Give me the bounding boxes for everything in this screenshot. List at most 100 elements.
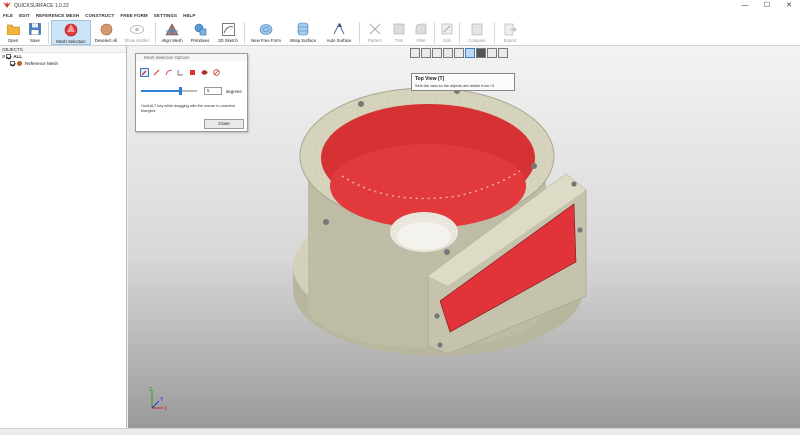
- view-toolbar: [410, 48, 509, 59]
- dialog-note: Hold ALT key while dragging with the mou…: [141, 104, 235, 113]
- trim-icon: [392, 22, 406, 36]
- axis-z-label: Z: [149, 387, 152, 393]
- open-button[interactable]: Open: [2, 20, 24, 45]
- tree-item-reference-mesh[interactable]: Reference Mesh: [0, 60, 126, 67]
- compare-icon: [470, 22, 484, 36]
- auto-surface-button[interactable]: Auto Surface: [321, 20, 357, 45]
- angle-select-tool[interactable]: [176, 68, 185, 77]
- tree-item-label: Reference Mesh: [25, 61, 59, 66]
- bolt-hole: [444, 249, 450, 255]
- view-fit-button[interactable]: [487, 48, 497, 58]
- view-iso-button[interactable]: [410, 48, 420, 58]
- edit-icon: [440, 22, 454, 36]
- tree-root-checkbox[interactable]: [6, 54, 12, 59]
- align-mesh-button[interactable]: Align Mesh: [158, 20, 186, 45]
- view-front-button[interactable]: [421, 48, 431, 58]
- wrap-surface-icon: [296, 22, 310, 36]
- bolt-hole: [323, 219, 329, 225]
- dialog-title: Mesh Selection Options: [136, 54, 247, 61]
- axis-y-label: Y: [160, 397, 164, 403]
- lasso-select-tool[interactable]: [164, 68, 173, 77]
- maximize-button[interactable]: ☐: [756, 0, 778, 11]
- menu-help[interactable]: HELP: [183, 13, 195, 18]
- pen-select-tool[interactable]: [152, 68, 161, 77]
- auto-surface-icon: [332, 22, 346, 36]
- menu-free-form[interactable]: FREE FORM: [120, 13, 147, 18]
- angle-icon: [177, 70, 183, 76]
- ribbon-separator: [494, 22, 495, 44]
- primitives-icon: [193, 22, 207, 36]
- menu-construct[interactable]: CONSTRUCT: [85, 13, 114, 18]
- trim-button[interactable]: Trim: [388, 20, 410, 45]
- view-options-button[interactable]: [498, 48, 508, 58]
- objects-panel: OBJECTS ⊟ ALL Reference Mesh: [0, 46, 127, 428]
- mesh-icon: [17, 61, 22, 66]
- align-mesh-icon: [165, 22, 179, 36]
- view-left-button[interactable]: [443, 48, 453, 58]
- mesh-selection-button[interactable]: Mesh Selection: [51, 20, 91, 45]
- view-right-button[interactable]: [454, 48, 464, 58]
- pen-icon: [153, 69, 160, 76]
- pattern-button[interactable]: Pattern: [362, 20, 388, 45]
- sketch-2d-button[interactable]: 2D Sketch: [214, 20, 242, 45]
- new-free-form-button[interactable]: New Free Form: [247, 20, 285, 45]
- mesh-selection-icon: [64, 23, 78, 37]
- objects-header: OBJECTS: [0, 46, 126, 53]
- show-hidden-button[interactable]: Show Hidden: [121, 20, 153, 45]
- grow-select-tool[interactable]: [200, 68, 209, 77]
- ribbon-toolbar: Open Save Mesh Selection Deselect All Sh…: [0, 20, 800, 46]
- minimize-button[interactable]: —: [734, 0, 756, 11]
- eye-icon: [130, 22, 144, 36]
- export-icon: [503, 22, 517, 36]
- fill-icon: [190, 70, 195, 75]
- reference-mesh-checkbox[interactable]: [10, 61, 15, 66]
- menu-reference-mesh[interactable]: REFERENCE MESH: [36, 13, 79, 18]
- clear-select-tool[interactable]: [212, 68, 221, 77]
- close-window-button[interactable]: ✕: [778, 0, 800, 11]
- export-button[interactable]: Export: [497, 20, 523, 45]
- menu-settings[interactable]: SETTINGS: [154, 13, 177, 18]
- degrees-input[interactable]: 5: [204, 87, 222, 95]
- ribbon-separator: [359, 22, 360, 44]
- view-top-button[interactable]: [465, 48, 475, 58]
- menu-bar: FILE EDIT REFERENCE MESH CONSTRUCT FREE …: [0, 11, 800, 20]
- title-bar: QUICKSURFACE 1.0.22 — ☐ ✕: [0, 0, 800, 11]
- 3d-viewport[interactable]: Top View (T) Sets the view so the object…: [128, 46, 800, 428]
- ribbon-separator: [434, 22, 435, 44]
- floppy-disk-icon: [28, 22, 42, 36]
- edit-button[interactable]: Edit: [437, 20, 457, 45]
- degrees-label: degrees: [226, 89, 242, 94]
- angle-slider[interactable]: [141, 87, 197, 95]
- grow-icon: [201, 70, 208, 75]
- slider-thumb[interactable]: [178, 87, 182, 95]
- axis-x-label: X: [164, 406, 168, 412]
- bolt-hole: [358, 101, 364, 107]
- save-button[interactable]: Save: [24, 20, 46, 45]
- dialog-close-button[interactable]: Close: [204, 119, 244, 129]
- lasso-icon: [165, 70, 172, 76]
- bolt-hole: [571, 181, 577, 187]
- view-back-button[interactable]: [432, 48, 442, 58]
- bolt-hole: [577, 227, 583, 233]
- folder-icon: [6, 22, 20, 36]
- clear-icon: [213, 69, 220, 76]
- menu-file[interactable]: FILE: [3, 13, 13, 18]
- fill-select-tool[interactable]: [188, 68, 197, 77]
- deselect-all-button[interactable]: Deselect All: [91, 20, 121, 45]
- pattern-icon: [368, 22, 382, 36]
- brush-icon: [141, 70, 147, 76]
- view-bottom-button[interactable]: [476, 48, 486, 58]
- app-logo-icon: [3, 2, 11, 8]
- ribbon-separator: [459, 22, 460, 44]
- fillet-button[interactable]: Fillet: [410, 20, 432, 45]
- bolt-hole: [437, 342, 443, 348]
- tree-root[interactable]: ⊟ ALL: [0, 53, 126, 60]
- bolt-hole: [434, 313, 440, 319]
- wrap-surface-button[interactable]: Wrap Surface: [285, 20, 321, 45]
- menu-edit[interactable]: EDIT: [19, 13, 30, 18]
- collapse-icon[interactable]: ⊟: [2, 54, 5, 59]
- compare-button[interactable]: Compare: [462, 20, 492, 45]
- brush-select-tool[interactable]: [140, 68, 149, 77]
- status-bar: [0, 428, 800, 435]
- primitives-button[interactable]: Primitives: [186, 20, 214, 45]
